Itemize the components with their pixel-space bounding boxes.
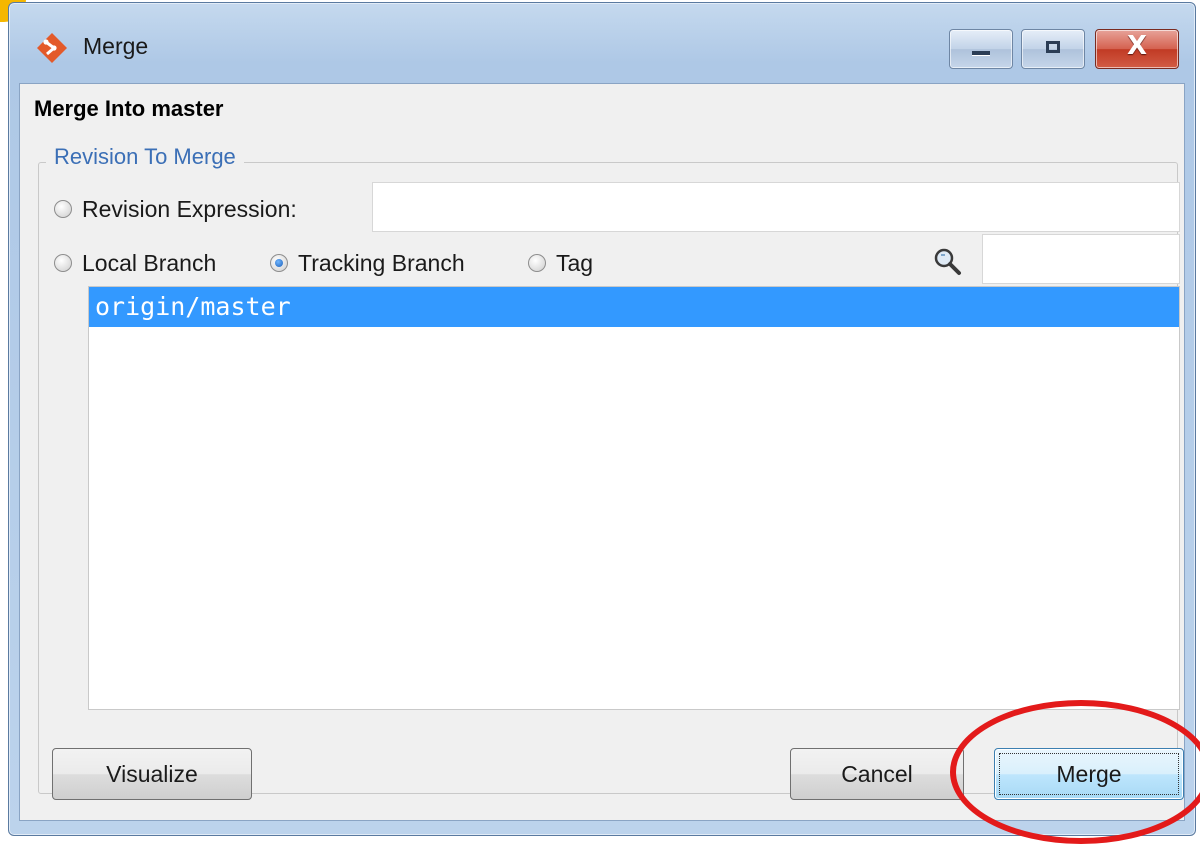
dialog-body: Merge Into master Revision To Merge Revi… [19, 83, 1185, 821]
merge-button[interactable]: Merge [994, 748, 1184, 800]
cancel-button[interactable]: Cancel [790, 748, 964, 800]
git-logo-icon [37, 33, 67, 63]
minimize-button[interactable] [949, 29, 1013, 69]
minimize-icon [972, 51, 990, 55]
focus-ring [999, 753, 1179, 795]
groupbox-legend: Revision To Merge [46, 144, 244, 170]
local-branch-label: Local Branch [82, 250, 217, 276]
merge-dialog-window: Merge X Merge Into master Revision To Me… [8, 2, 1196, 836]
revision-expression-radio[interactable] [54, 200, 72, 218]
maximize-icon [1046, 41, 1060, 53]
close-icon: X [1126, 31, 1148, 61]
branch-list[interactable]: origin/master [88, 286, 1180, 710]
revision-expression-input[interactable] [372, 182, 1180, 232]
page-title: Merge Into master [34, 96, 224, 121]
tag-radio[interactable] [528, 254, 546, 272]
close-button[interactable]: X [1095, 29, 1179, 69]
tag-label: Tag [556, 250, 594, 276]
branch-filter-input[interactable] [982, 234, 1180, 284]
local-branch-radio[interactable] [54, 254, 72, 272]
visualize-button[interactable]: Visualize [52, 748, 252, 800]
title-bar[interactable]: Merge X [9, 3, 1195, 83]
tracking-branch-label: Tracking Branch [298, 250, 465, 276]
list-item[interactable]: origin/master [89, 287, 1179, 327]
search-icon[interactable] [932, 246, 962, 276]
maximize-button[interactable] [1021, 29, 1085, 69]
tracking-branch-radio[interactable] [270, 254, 288, 272]
revision-expression-label: Revision Expression: [82, 196, 297, 222]
window-title: Merge [83, 33, 149, 59]
